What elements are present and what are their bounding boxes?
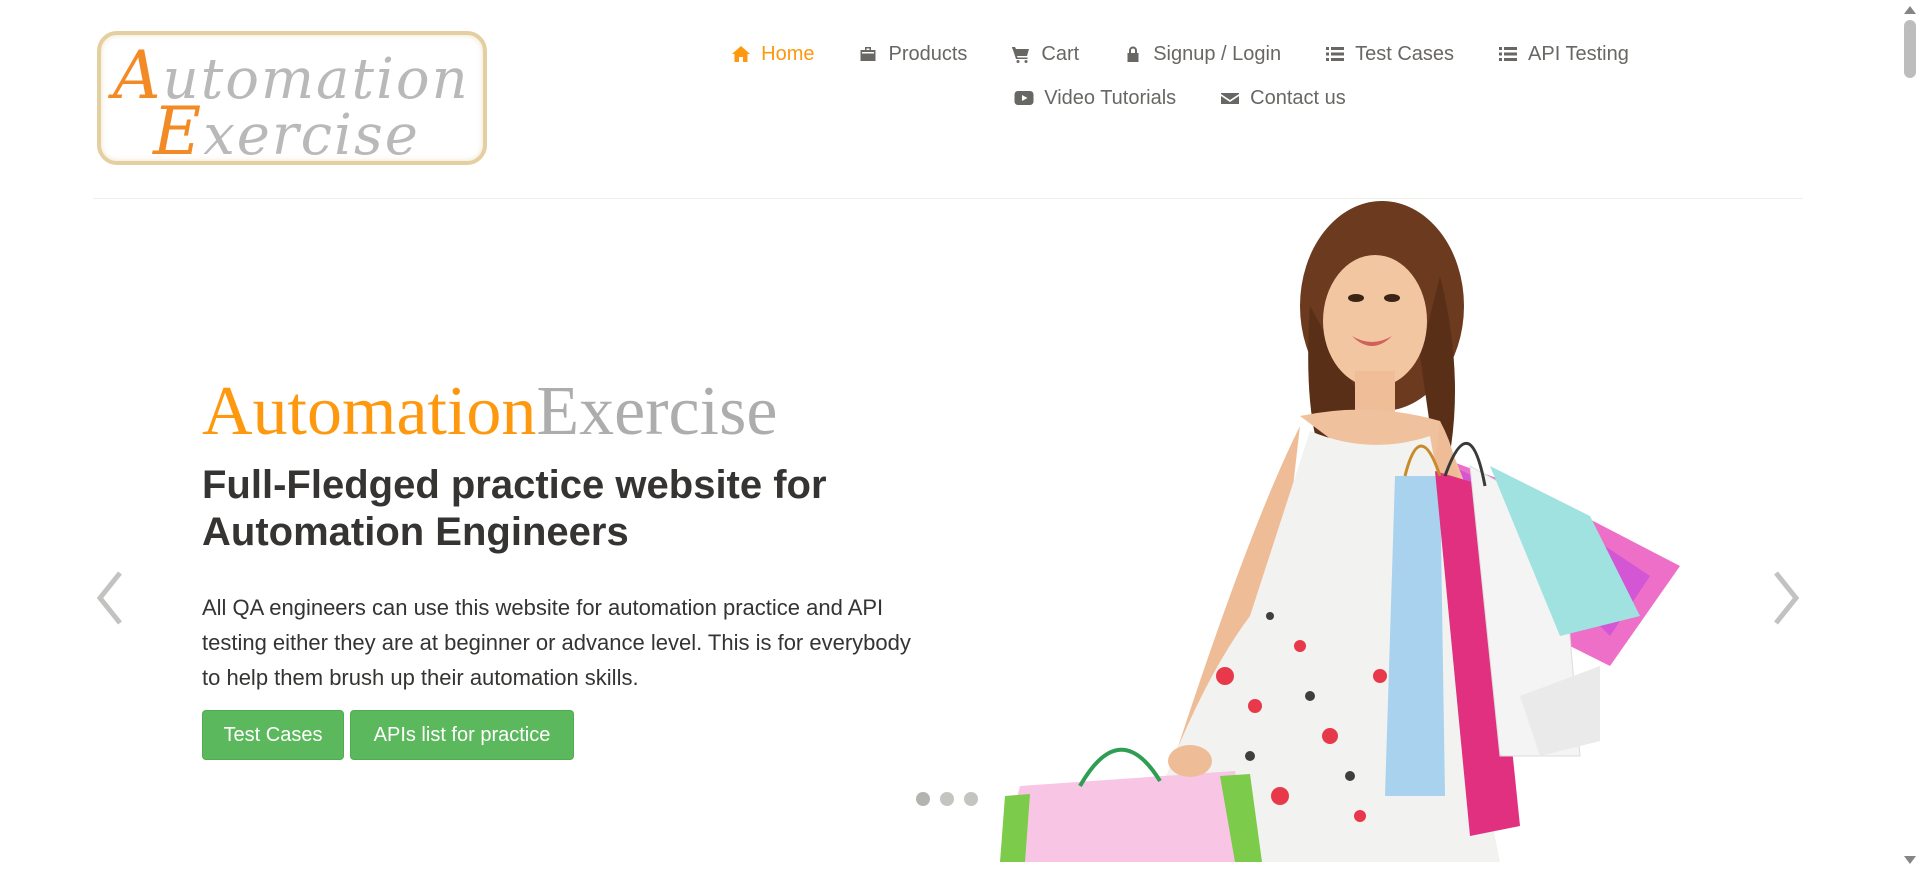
hero-woman-shopping-illustration xyxy=(1000,201,1680,862)
apis-list-button[interactable]: APIs list for practice xyxy=(350,710,574,760)
slider-prev-button[interactable] xyxy=(92,565,128,631)
nav-cart-label: Cart xyxy=(1041,42,1080,65)
nav-api-testing[interactable]: API Testing xyxy=(1498,40,1629,68)
youtube-play-icon xyxy=(1014,91,1034,105)
nav-api-testing-label: API Testing xyxy=(1528,42,1629,65)
slider-indicators xyxy=(916,792,978,806)
nav-signup-login[interactable]: Signup / Login xyxy=(1123,40,1281,68)
scroll-thumb[interactable] xyxy=(1904,20,1916,78)
slider-indicator-2[interactable] xyxy=(940,792,954,806)
briefcase-icon xyxy=(860,47,876,61)
nav-products-label: Products xyxy=(888,42,968,65)
slider-next-button[interactable] xyxy=(1768,565,1804,631)
main-nav: Home Products Cart Signup / Login Test C… xyxy=(700,40,1660,112)
slider-indicator-1[interactable] xyxy=(916,792,930,806)
list-icon xyxy=(1499,47,1518,61)
chevron-left-icon xyxy=(96,571,122,625)
nav-contact-us[interactable]: Contact us xyxy=(1220,84,1346,112)
brand-automation: Automation xyxy=(202,373,537,450)
nav-test-cases-label: Test Cases xyxy=(1355,42,1455,65)
slider-description: All QA engineers can use this website fo… xyxy=(202,595,911,690)
nav-home[interactable]: Home xyxy=(731,40,814,68)
chevron-right-icon xyxy=(1774,571,1800,625)
slider-headline: Full-Fledged practice website for Automa… xyxy=(202,463,827,554)
site-logo[interactable]: Automation Exercise xyxy=(97,31,487,165)
lock-icon xyxy=(1127,46,1139,62)
home-icon xyxy=(732,46,751,62)
brand-exercise: Exercise xyxy=(536,373,778,450)
nav-video-tutorials-label: Video Tutorials xyxy=(1044,86,1177,109)
slider-indicator-3[interactable] xyxy=(964,792,978,806)
scroll-up-arrow[interactable] xyxy=(1904,6,1916,14)
nav-video-tutorials[interactable]: Video Tutorials xyxy=(1014,84,1176,112)
scroll-down-arrow[interactable] xyxy=(1904,856,1916,864)
hero-image xyxy=(1000,196,1720,862)
nav-contact-us-label: Contact us xyxy=(1250,86,1346,109)
slider-brand-title: AutomationExercise xyxy=(202,372,777,452)
logo-line-2: Exercise xyxy=(153,93,420,165)
nav-cart[interactable]: Cart xyxy=(1011,40,1079,68)
list-icon xyxy=(1326,47,1345,61)
logo-text-2: xercise xyxy=(203,103,420,165)
nav-test-cases[interactable]: Test Cases xyxy=(1325,40,1454,68)
nav-signup-login-label: Signup / Login xyxy=(1153,42,1282,65)
nav-home-label: Home xyxy=(761,42,815,65)
envelope-icon xyxy=(1221,93,1240,104)
logo-cap-e: E xyxy=(153,93,204,165)
nav-products[interactable]: Products xyxy=(858,40,967,68)
test-cases-button[interactable]: Test Cases xyxy=(202,710,344,760)
cart-icon xyxy=(1012,47,1030,63)
page-scrollbar[interactable] xyxy=(1900,0,1920,870)
